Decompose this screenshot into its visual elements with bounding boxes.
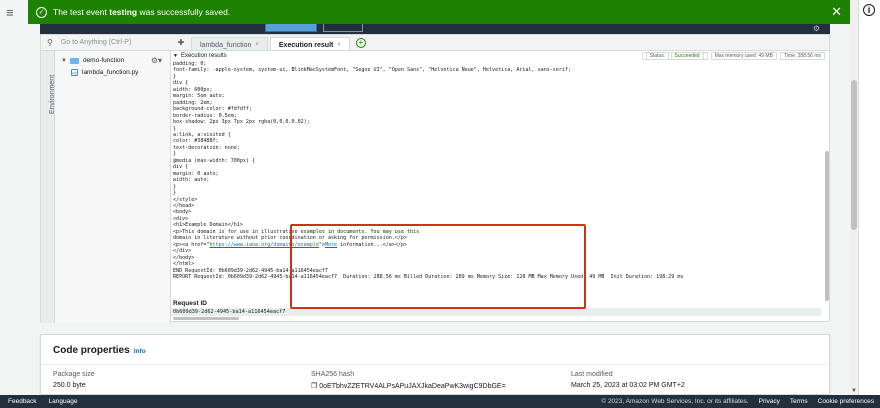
horizontal-scrollbar[interactable] <box>173 317 239 320</box>
chevron-down-icon[interactable]: ▼ <box>61 58 67 64</box>
tab-close-icon[interactable]: × <box>255 42 259 48</box>
search-placeholder[interactable]: Go to Anything (Ctrl-P) <box>61 39 131 46</box>
highlight-annotation <box>290 224 586 309</box>
package-size-label: Package size <box>53 371 95 378</box>
tab-label: Execution result <box>278 41 334 49</box>
editor-icon[interactable]: ✚ <box>171 38 191 50</box>
package-size: Package size 250.0 byte <box>53 371 95 389</box>
request-id-value: 0b609d39-2d62-4945-ba14-a116454eacf7 <box>171 308 821 316</box>
event-name: testing <box>109 7 138 17</box>
ide-toolbar: ⚙ <box>40 18 830 34</box>
gear-icon[interactable]: ⚙▾ <box>151 56 162 65</box>
last-modified: Last modified March 25, 2023 at 03:02 PM… <box>571 371 685 389</box>
code-properties-title: Code properties Info <box>53 345 146 356</box>
vertical-scrollbar[interactable] <box>825 151 829 301</box>
scrollbar-thumb[interactable] <box>851 80 857 230</box>
cookie-preferences-link[interactable]: Cookie preferences <box>818 398 874 405</box>
goto-anything-bar[interactable]: ⚲ Go to Anything (Ctrl-P) <box>41 35 171 51</box>
results-header[interactable]: ▼ Execution results Status: Succeeded Ma… <box>171 51 829 61</box>
feedback-link[interactable]: Feedback <box>8 398 37 405</box>
status-badge: Status: Succeeded <box>641 52 708 60</box>
copyright: © 2023, Amazon Web Services, Inc. or its… <box>601 398 749 405</box>
privacy-link[interactable]: Privacy <box>759 398 780 405</box>
sha256-hash: SHA256 hash ❐ 0oETbhvZZETRV4ALPsAPuJAXJk… <box>311 371 506 390</box>
modified-label: Last modified <box>571 371 613 378</box>
tab-label: lambda_function <box>200 41 252 49</box>
tree-file[interactable]: py lambda_function.py <box>71 69 138 76</box>
flash-message: The test event testing was successfully … <box>53 7 231 17</box>
code-properties-panel: Code properties Info Package size 250.0 b… <box>40 334 830 395</box>
success-flashbar: ✓ The test event testing was successfull… <box>28 0 850 24</box>
tree-folder[interactable]: ▼ demo-function <box>61 57 124 64</box>
file-name: lambda_function.py <box>82 69 139 76</box>
execution-results-panel: ▼ Execution results Status: Succeeded Ma… <box>171 51 829 321</box>
sha-label: SHA256 hash <box>311 371 355 378</box>
environment-panel-toggle[interactable]: Environment <box>41 51 56 323</box>
tab-execution-result[interactable]: Execution result × <box>269 37 350 50</box>
terms-link[interactable]: Terms <box>790 398 808 405</box>
add-tab-icon[interactable]: + <box>355 38 366 48</box>
code-editor: ⚲ Go to Anything (Ctrl-P) Environment ⚙▾… <box>40 34 830 323</box>
info-icon[interactable]: i <box>863 4 875 16</box>
page-scrollbar[interactable]: ▼ <box>850 0 858 395</box>
time-badge: Time: 288.56 ms <box>779 52 825 60</box>
check-circle-icon: ✓ <box>36 6 47 18</box>
results-title: Execution results <box>180 53 227 59</box>
sha-value: ❐ 0oETbhvZZETRV4ALPsAPuJAXJkaDeaPwK3wigC… <box>311 383 506 390</box>
divider <box>41 364 829 365</box>
menu-icon[interactable]: ≡ <box>6 5 14 20</box>
chevron-down-icon[interactable]: ▼ <box>173 53 178 59</box>
results-status: Status: Succeeded Max memory used: 49 MB… <box>641 52 825 60</box>
package-size-value: 250.0 byte <box>53 382 86 389</box>
request-id-label: Request ID <box>173 300 207 307</box>
python-file-icon: py <box>71 69 78 76</box>
right-rail: i <box>858 0 880 395</box>
console-footer: Feedback Language © 2023, Amazon Web Ser… <box>0 395 880 408</box>
scroll-down-icon[interactable]: ▼ <box>851 388 857 394</box>
modified-value: March 25, 2023 at 03:02 PM GMT+2 <box>571 382 685 389</box>
folder-name: demo-function <box>82 57 125 64</box>
file-tree: ⚙▾ ▼ demo-function py lambda_function.py <box>55 51 171 323</box>
editor-tabbar: ✚ lambda_function × Execution result × + <box>171 35 829 51</box>
close-icon[interactable]: ✕ <box>831 4 842 20</box>
search-icon: ⚲ <box>47 38 53 47</box>
memory-badge: Max memory used: 49 MB <box>710 52 777 60</box>
tab-close-icon[interactable]: × <box>337 42 341 48</box>
copy-icon[interactable]: ❐ <box>311 383 317 390</box>
language-link[interactable]: Language <box>49 398 78 405</box>
folder-icon <box>69 57 79 64</box>
tab-lambda-function[interactable]: lambda_function × <box>191 37 268 50</box>
info-link[interactable]: Info <box>134 348 146 355</box>
left-rail: ≡ <box>0 0 28 395</box>
toolbar-settings-icon[interactable]: ⚙ <box>813 24 820 33</box>
